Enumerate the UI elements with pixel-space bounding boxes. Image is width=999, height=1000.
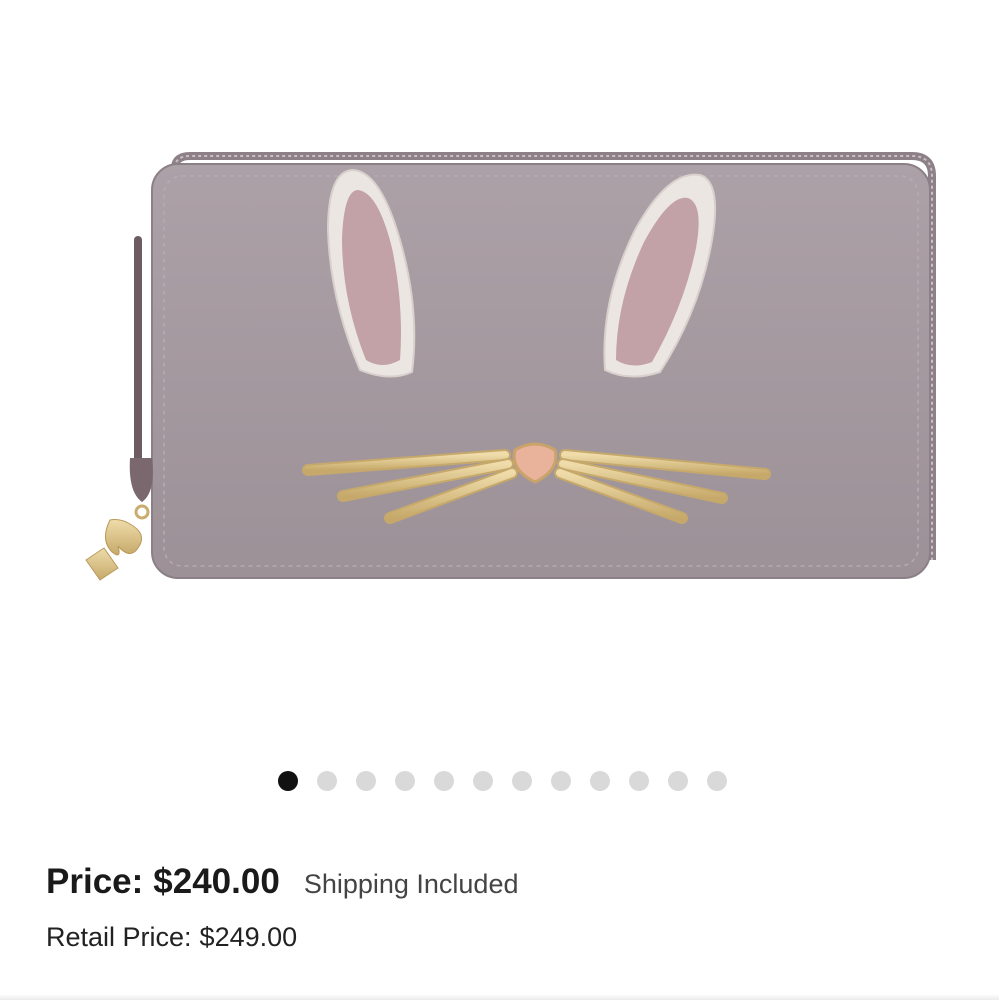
pagination-dot-1[interactable] <box>278 771 298 791</box>
pagination-dot-5[interactable] <box>434 771 454 791</box>
wallet-body <box>152 164 930 578</box>
product-image[interactable] <box>60 120 960 620</box>
pagination-dot-7[interactable] <box>512 771 532 791</box>
price-section: Price: $240.00 Shipping Included Retail … <box>46 862 966 953</box>
bottom-divider <box>0 994 999 1000</box>
retail-price-line: Retail Price: $249.00 <box>46 922 966 953</box>
retail-price-label: Retail Price: <box>46 922 192 952</box>
pagination-dot-10[interactable] <box>629 771 649 791</box>
shipping-note: Shipping Included <box>303 869 519 899</box>
price-value: $240.00 <box>153 862 280 901</box>
retail-price-value: $249.00 <box>199 922 298 952</box>
product-image-gallery[interactable] <box>0 0 999 791</box>
pagination-dot-11[interactable] <box>668 771 688 791</box>
pagination-dot-2[interactable] <box>317 771 337 791</box>
image-pagination-dots <box>0 770 999 792</box>
spade-charm-icon <box>85 519 143 581</box>
pagination-dot-12[interactable] <box>707 771 727 791</box>
pagination-dot-9[interactable] <box>590 771 610 791</box>
price-line: Price: $240.00 Shipping Included <box>46 862 966 902</box>
pagination-dot-8[interactable] <box>551 771 571 791</box>
pagination-dot-4[interactable] <box>395 771 415 791</box>
pagination-dot-6[interactable] <box>473 771 493 791</box>
price-label: Price: <box>46 862 144 901</box>
pagination-dot-3[interactable] <box>356 771 376 791</box>
